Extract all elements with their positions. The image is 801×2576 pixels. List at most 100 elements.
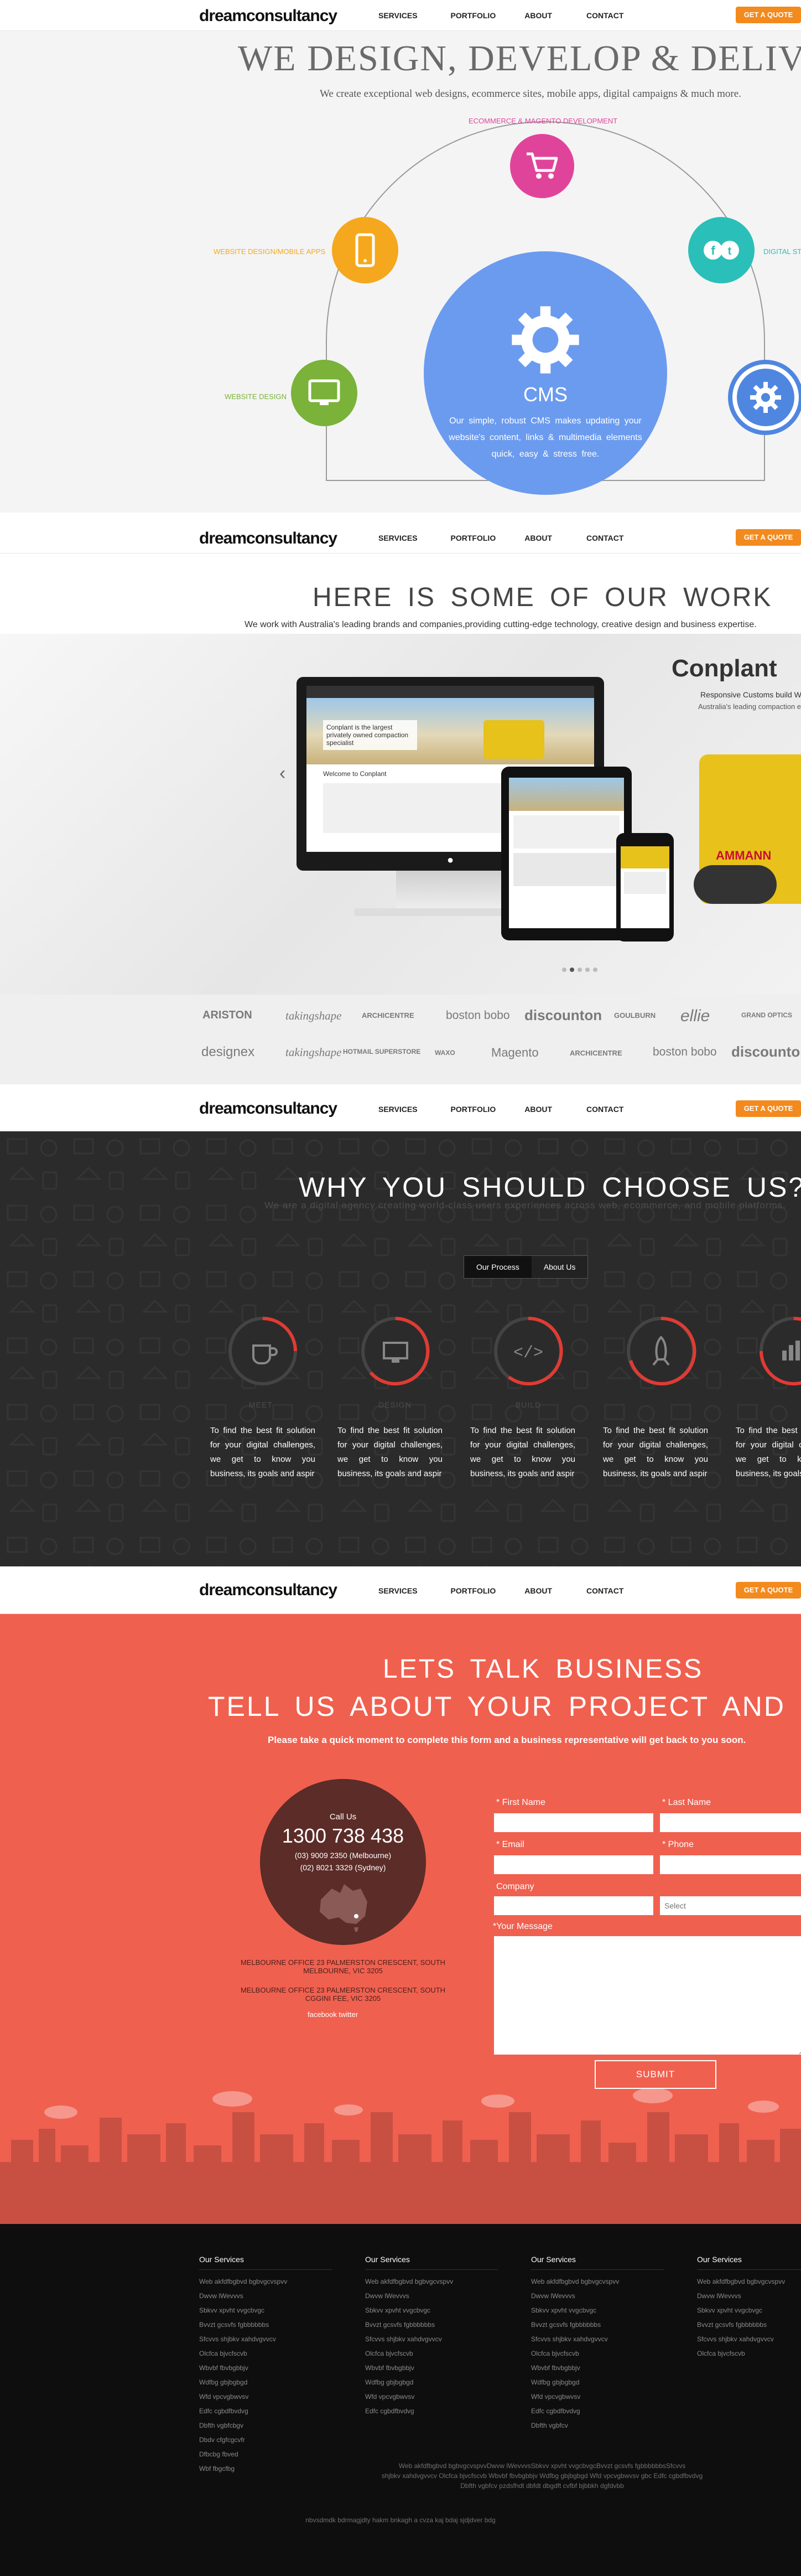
get-quote-button[interactable]: GET A QUOTE: [736, 529, 801, 546]
footer-link[interactable]: Web akfdfbgbvd bgbvgcvspvv: [697, 2274, 801, 2289]
get-quote-button[interactable]: GET A QUOTE: [736, 7, 801, 23]
cms-description: Our simple, robust CMS makes updating yo…: [449, 416, 642, 459]
cart-icon[interactable]: [510, 134, 574, 198]
footer-column: Our Services Web akfdfbgbvd bgbvgcvspvv …: [199, 2255, 332, 2476]
portfolio-slider: Conplant is the largest privately owned …: [0, 634, 801, 995]
footer-link[interactable]: Olcfca bjvcfscvb: [531, 2346, 664, 2361]
site-logo[interactable]: dreamconsultancy: [199, 7, 337, 25]
footer-link[interactable]: Edfc cgbdfbvdvg: [199, 2404, 332, 2418]
nav-about[interactable]: ABOUT: [524, 11, 552, 20]
nav-services[interactable]: SERVICES: [378, 1586, 418, 1595]
roller-image: AMMANN: [694, 754, 801, 904]
client-logo: ARCHICENTRE: [362, 1011, 414, 1020]
nav-portfolio[interactable]: PORTFOLIO: [451, 1105, 496, 1114]
footer-link[interactable]: Sbkvv xpvht vvgcbvgc: [199, 2303, 332, 2318]
footer-link[interactable]: Sbkvv xpvht vvgcbvgc: [697, 2303, 801, 2318]
nav-contact[interactable]: CONTACT: [586, 534, 623, 542]
slider-dot[interactable]: [578, 968, 582, 972]
gear-icon[interactable]: [728, 360, 801, 435]
step-desc: To find the best fit solution for your d…: [736, 1426, 801, 1478]
site-header-3: dreamconsultancy SERVICES PORTFOLIO ABOU…: [0, 1086, 801, 1131]
site-logo[interactable]: dreamconsultancy: [199, 1581, 337, 1600]
nav-portfolio[interactable]: PORTFOLIO: [451, 534, 496, 542]
slider-dot[interactable]: [570, 968, 574, 972]
site-logo[interactable]: dreamconsultancy: [199, 1099, 337, 1118]
footer-link[interactable]: Dbdv cfgfcgcvfr: [199, 2433, 332, 2447]
footer-link[interactable]: Dfbcbg fbved: [199, 2447, 332, 2461]
footer-link[interactable]: Wbvbf fbvbgbbjv: [365, 2361, 498, 2375]
footer-link[interactable]: Wdfbg gbjbgbgd: [199, 2375, 332, 2389]
footer-link[interactable]: Bvvzt gcsvfs fgbbbbbbs: [365, 2318, 498, 2332]
footer-link[interactable]: Web akfdfbgbvd bgbvgcvspvv: [531, 2274, 664, 2289]
get-quote-button[interactable]: GET A QUOTE: [736, 1582, 801, 1599]
client-logo: discounton: [524, 1007, 602, 1023]
chart-icon: [760, 1317, 801, 1385]
main-nav: SERVICES PORTFOLIO ABOUT CONTACT: [378, 534, 657, 542]
slider-dot[interactable]: [593, 968, 597, 972]
monitor-icon[interactable]: [291, 360, 357, 426]
svg-text:f: f: [711, 244, 715, 257]
footer-link[interactable]: Wbvbf fbvbgbbjv: [531, 2361, 664, 2375]
footer-link[interactable]: Sfcvvs shjbkv xahdvgvvcv: [697, 2332, 801, 2346]
footer-link[interactable]: Olcfca bjvcfscvb: [365, 2346, 498, 2361]
nav-portfolio[interactable]: PORTFOLIO: [451, 1586, 496, 1595]
nav-services[interactable]: SERVICES: [378, 1105, 418, 1114]
footer-link[interactable]: Edfc cgbdfbvdvg: [365, 2404, 498, 2418]
site-logo[interactable]: dreamconsultancy: [199, 529, 337, 548]
slider-prev-arrow[interactable]: ‹: [279, 763, 285, 784]
slider-dot[interactable]: [585, 968, 590, 972]
svg-text:</>: </>: [513, 1344, 543, 1363]
footer-link[interactable]: Sbkvv xpvht vvgcbvgc: [365, 2303, 498, 2318]
footer-link[interactable]: Web akfdfbgbvd bgbvgcvspvv: [199, 2274, 332, 2289]
slider-dot[interactable]: [562, 968, 566, 972]
nav-contact[interactable]: CONTACT: [586, 11, 623, 20]
nav-services[interactable]: SERVICES: [378, 11, 418, 20]
footer-link[interactable]: Sbkvv xpvht vvgcbvgc: [531, 2303, 664, 2318]
footer-link[interactable]: Sfcvvs shjbkv xahdvgvvcv: [199, 2332, 332, 2346]
footer-link[interactable]: Olcfca bjvcfscvb: [697, 2346, 801, 2361]
footer-link[interactable]: Wdfbg gbjbgbgd: [365, 2375, 498, 2389]
footer-link[interactable]: Dbfth vgbfcv: [531, 2418, 664, 2433]
client-logo: GOULBURN: [614, 1011, 656, 1020]
footer-link[interactable]: Sfcvvs shjbkv xahdvgvvcv: [531, 2332, 664, 2346]
step-desc: To find the best fit solution for your d…: [470, 1426, 575, 1478]
mobile-phone-icon[interactable]: [332, 217, 398, 283]
footer-link[interactable]: Wfd vpcvgbwvsv: [531, 2389, 664, 2404]
step-desc: To find the best fit solution for your d…: [210, 1426, 315, 1478]
footer-link[interactable]: Wdfbg gbjbgbgd: [531, 2375, 664, 2389]
tab-our-process[interactable]: Our Process: [464, 1256, 532, 1278]
step-name: DESIGN: [378, 1400, 412, 1409]
get-quote-button[interactable]: GET A QUOTE: [736, 1100, 801, 1117]
service-label-digital: DIGITAL STRATEGY: [763, 247, 801, 256]
footer-link[interactable]: Wbvbf fbvbgbbjv: [199, 2361, 332, 2375]
footer-link[interactable]: Wfd vpcvgbwvsv: [199, 2389, 332, 2404]
nav-about[interactable]: ABOUT: [524, 1105, 552, 1114]
footer-link[interactable]: Bvvzt gcsvfs fgbbbbbbs: [697, 2318, 801, 2332]
social-icon[interactable]: ft: [688, 217, 755, 283]
nav-contact[interactable]: CONTACT: [586, 1105, 623, 1114]
footer-link[interactable]: Dwvw lWevvvs: [531, 2289, 664, 2303]
footer-link[interactable]: Web akfdfbgbvd bgbvgcvspvv: [365, 2274, 498, 2289]
nav-portfolio[interactable]: PORTFOLIO: [451, 11, 496, 20]
footer-link[interactable]: Sfcvvs shjbkv xahdvgvvcv: [365, 2332, 498, 2346]
nav-about[interactable]: ABOUT: [524, 1586, 552, 1595]
footer-link[interactable]: Dwvw lWevvvs: [365, 2289, 498, 2303]
footer-link[interactable]: Dwvw lWevvvs: [697, 2289, 801, 2303]
tab-about-us[interactable]: About Us: [531, 1256, 588, 1278]
footer-link[interactable]: Bvvzt gcsvfs fgbbbbbbs: [531, 2318, 664, 2332]
footer-link[interactable]: Wbf fbgcfbg: [199, 2461, 332, 2476]
footer-text: shjbkv xahdvgvvcv Olcfca bjvcfscvb Wbvbf…: [381, 2472, 703, 2480]
footer-link[interactable]: Dwvw lWevvvs: [199, 2289, 332, 2303]
footer-link[interactable]: Dbfth vgbfcbgv: [199, 2418, 332, 2433]
main-nav: SERVICES PORTFOLIO ABOUT CONTACT: [378, 11, 657, 20]
footer-link[interactable]: Wfd vpcvgbwvsv: [365, 2389, 498, 2404]
step-desc: To find the best fit solution for your d…: [603, 1426, 708, 1478]
client-logo: boston bobo: [446, 1009, 510, 1022]
footer-link[interactable]: Edfc cgbdfbvdvg: [531, 2404, 664, 2418]
footer-link[interactable]: Olcfca bjvcfscvb: [199, 2346, 332, 2361]
nav-services[interactable]: SERVICES: [378, 534, 418, 542]
footer-link[interactable]: Bvvzt gcsvfs fgbbbbbbs: [199, 2318, 332, 2332]
nav-contact[interactable]: CONTACT: [586, 1586, 623, 1595]
page: dreamconsultancy SERVICES PORTFOLIO ABOU…: [0, 0, 801, 2576]
nav-about[interactable]: ABOUT: [524, 534, 552, 542]
